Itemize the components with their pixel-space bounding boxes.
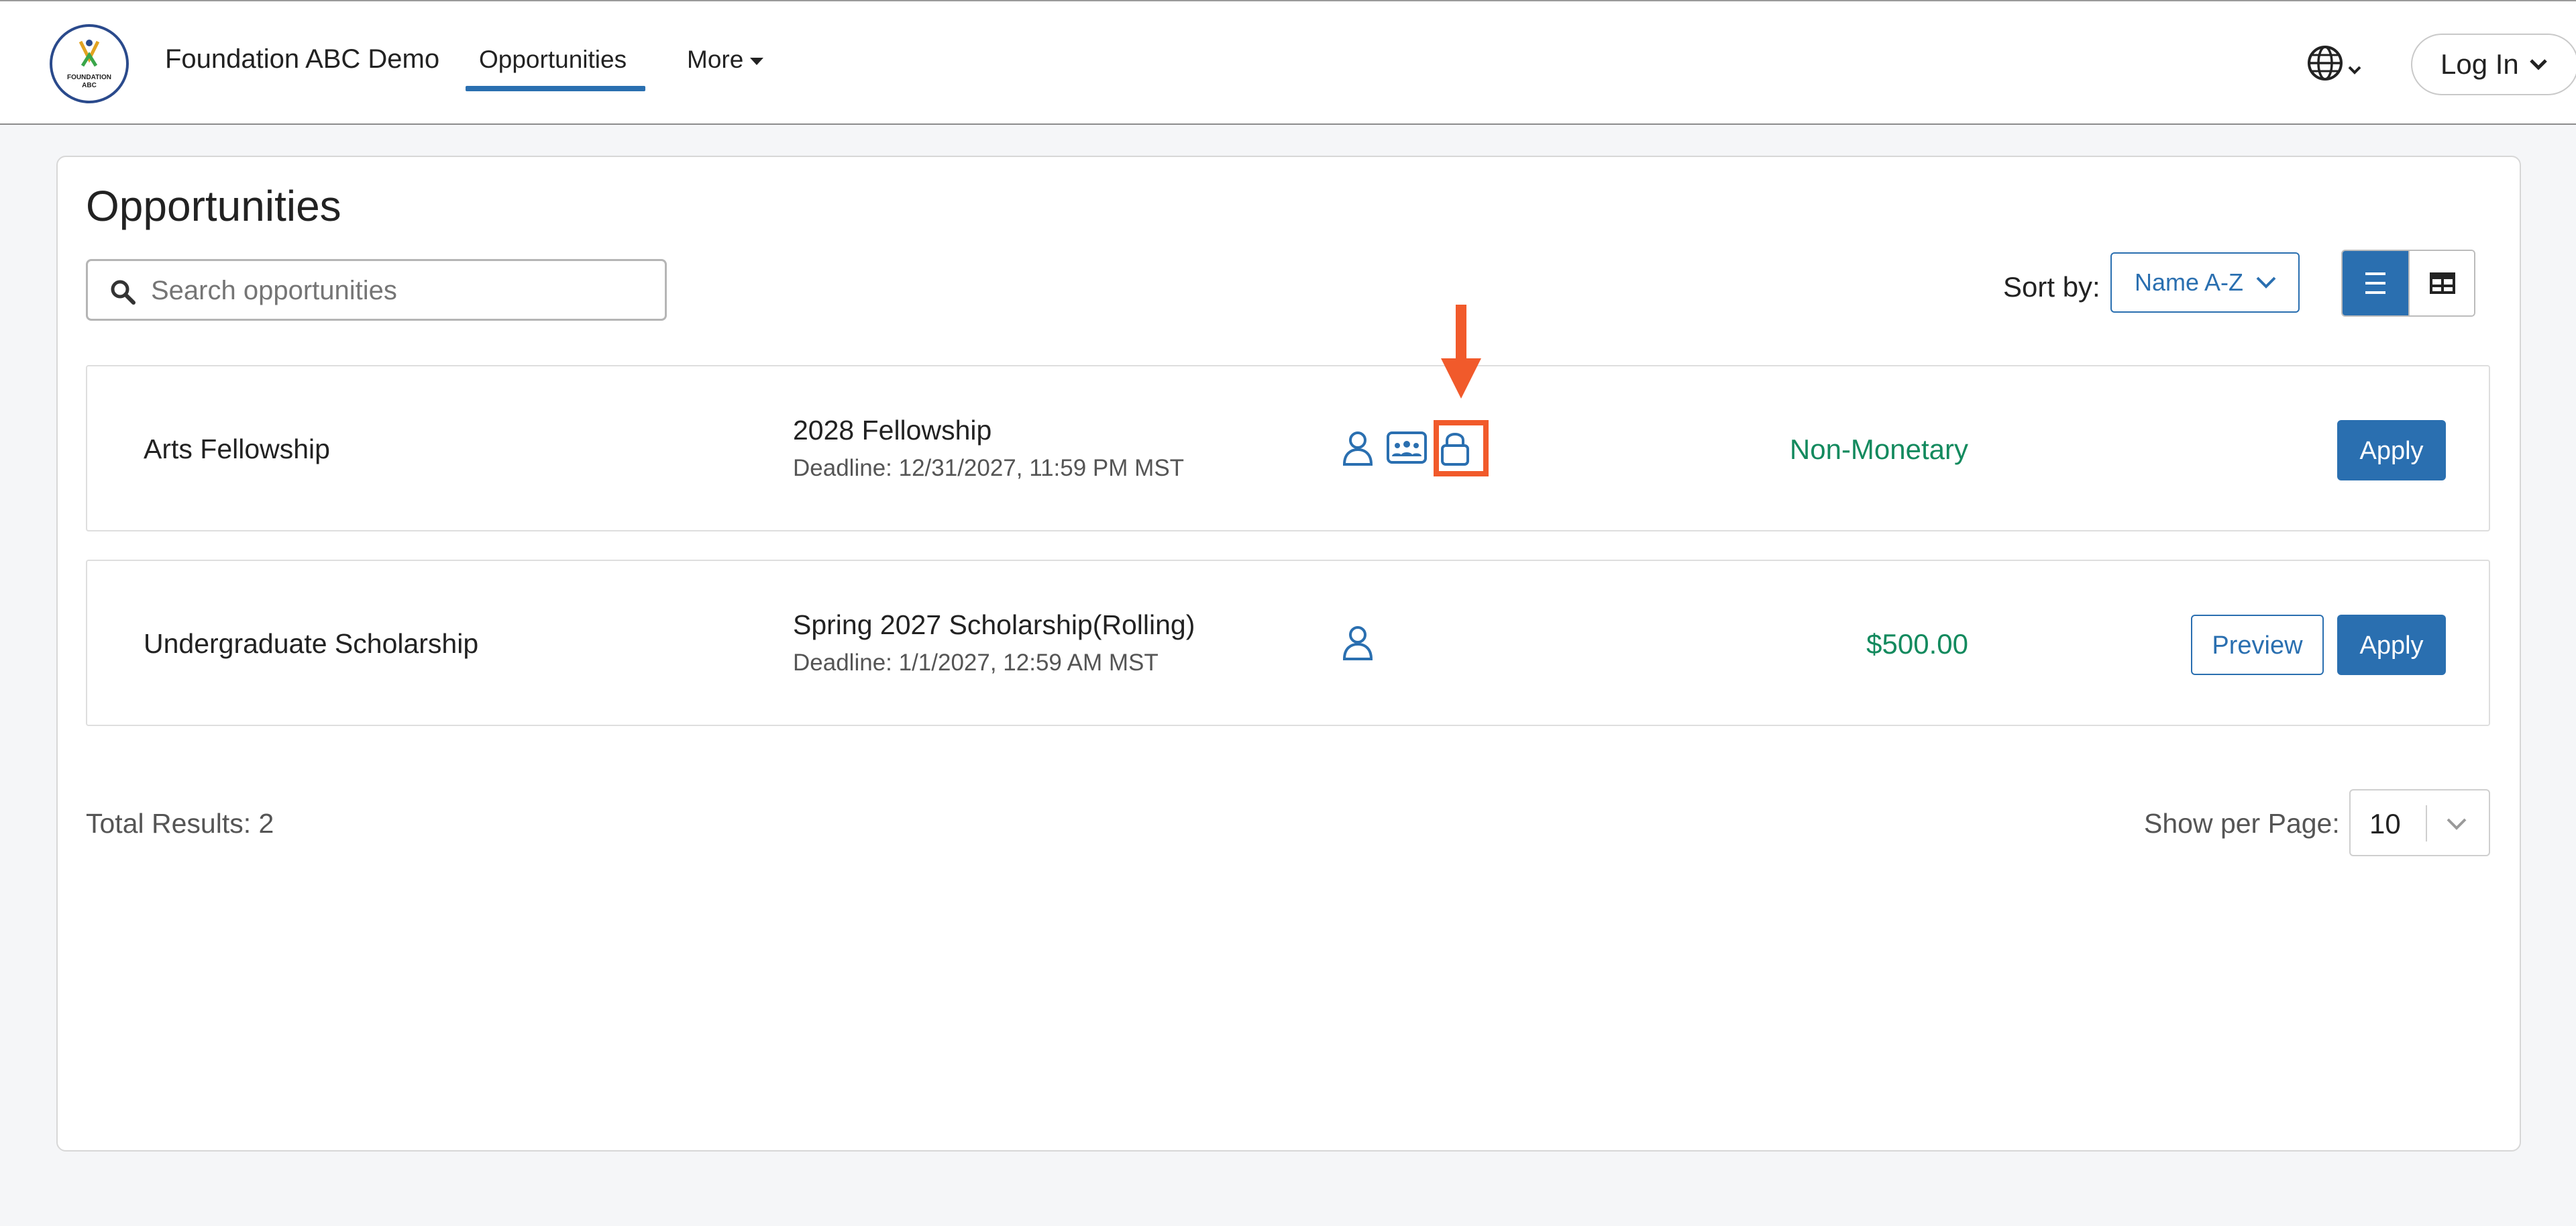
table-icon bbox=[2430, 272, 2455, 294]
total-results: Total Results: 2 bbox=[86, 808, 274, 839]
sort-selected-value: Name A-Z bbox=[2135, 268, 2244, 296]
per-page-label: Show per Page: bbox=[2144, 808, 2340, 839]
select-separator bbox=[2426, 805, 2427, 841]
nav-opportunities[interactable]: Opportunities bbox=[466, 46, 640, 91]
foundation-logo-icon: FOUNDATION ABC bbox=[54, 29, 124, 99]
search-box[interactable] bbox=[86, 259, 667, 321]
caret-down-icon bbox=[750, 57, 764, 65]
foundation-logo[interactable]: FOUNDATION ABC bbox=[50, 24, 129, 103]
person-icon[interactable] bbox=[1342, 429, 1374, 467]
sort-select[interactable]: Name A-Z bbox=[2110, 252, 2300, 313]
award-amount: Non-Monetary bbox=[1789, 433, 1968, 465]
chevron-down-icon bbox=[2256, 276, 2276, 289]
list-view-button[interactable] bbox=[2343, 251, 2408, 315]
login-button[interactable]: Log In bbox=[2411, 34, 2576, 95]
page-title: Opportunities bbox=[86, 182, 341, 230]
opportunity-name[interactable]: Arts Fellowship bbox=[144, 433, 330, 465]
active-nav-indicator bbox=[466, 86, 645, 91]
top-navigation-bar: FOUNDATION ABC Foundation ABC Demo Oppor… bbox=[0, 0, 2576, 125]
brand-name[interactable]: Foundation ABC Demo bbox=[165, 44, 439, 74]
chevron-down-icon bbox=[2447, 818, 2467, 830]
language-selector[interactable] bbox=[2306, 43, 2367, 86]
award-amount: $500.00 bbox=[1866, 628, 1968, 660]
sort-label: Sort by: bbox=[2003, 271, 2100, 303]
apply-button[interactable]: Apply bbox=[2337, 615, 2446, 675]
opportunity-row[interactable]: Undergraduate Scholarship Spring 2027 Sc… bbox=[86, 560, 2490, 726]
annotation-highlight-box bbox=[1434, 420, 1489, 476]
preview-button[interactable]: Preview bbox=[2191, 615, 2324, 675]
per-page-value: 10 bbox=[2369, 808, 2401, 839]
view-toggle bbox=[2341, 250, 2475, 317]
apply-button[interactable]: Apply bbox=[2337, 420, 2446, 480]
nav-more-dropdown[interactable]: More bbox=[687, 46, 764, 74]
globe-icon bbox=[2308, 46, 2361, 81]
opportunity-cycle: Spring 2027 Scholarship(Rolling) bbox=[793, 609, 1195, 640]
person-icon[interactable] bbox=[1342, 624, 1374, 662]
annotation-arrow-icon bbox=[1441, 305, 1481, 399]
opportunity-deadline: Deadline: 1/1/2027, 12:59 AM MST bbox=[793, 650, 1159, 676]
svg-text:ABC: ABC bbox=[82, 82, 97, 89]
opportunity-cycle: 2028 Fellowship bbox=[793, 415, 992, 446]
chevron-down-icon bbox=[2530, 59, 2547, 70]
nav-more-label: More bbox=[687, 46, 744, 73]
per-page-select[interactable]: 10 bbox=[2349, 789, 2490, 856]
search-icon bbox=[111, 280, 136, 305]
login-label: Log In bbox=[2440, 48, 2519, 80]
table-view-button[interactable] bbox=[2408, 251, 2474, 315]
group-id-icon[interactable] bbox=[1386, 431, 1428, 464]
opportunity-deadline: Deadline: 12/31/2027, 11:59 PM MST bbox=[793, 455, 1185, 481]
opportunity-name[interactable]: Undergraduate Scholarship bbox=[144, 628, 478, 660]
list-icon bbox=[2365, 272, 2385, 294]
opportunity-row[interactable]: Arts Fellowship 2028 Fellowship Deadline… bbox=[86, 365, 2490, 531]
search-input[interactable] bbox=[150, 268, 649, 313]
svg-text:FOUNDATION: FOUNDATION bbox=[67, 74, 111, 81]
